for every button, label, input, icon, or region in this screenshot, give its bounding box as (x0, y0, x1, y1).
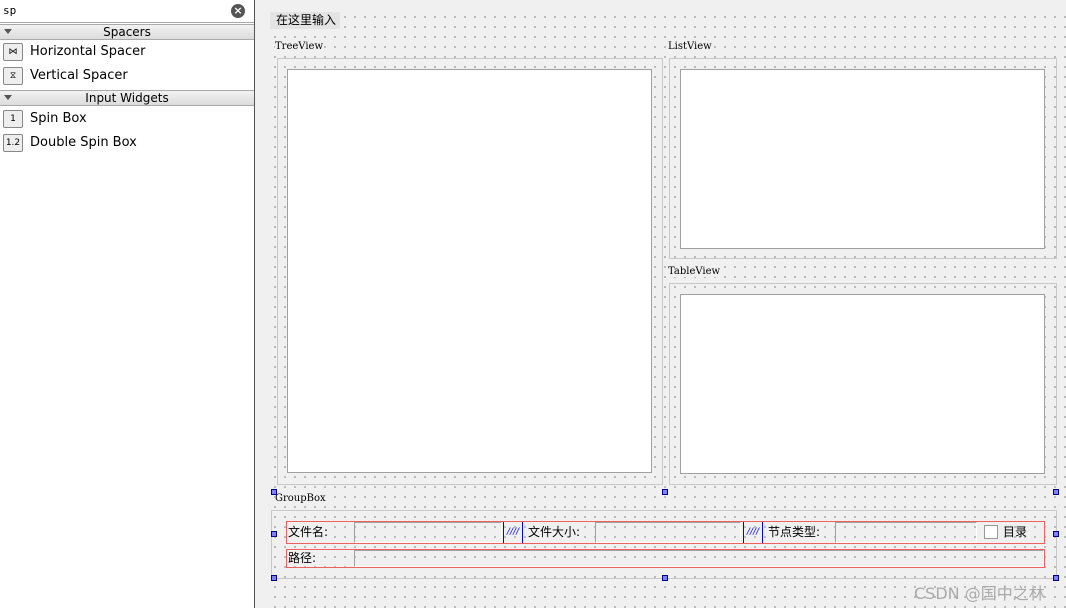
resize-handle[interactable] (271, 531, 277, 537)
resize-handle[interactable] (271, 489, 277, 495)
collapse-arrow-icon[interactable] (4, 95, 12, 100)
node-type-label: 节点类型: (768, 524, 821, 540)
resize-handle[interactable] (1053, 575, 1059, 581)
horizontal-spacer[interactable]: //// (743, 522, 763, 543)
directory-checkbox[interactable] (984, 525, 998, 539)
watermark: CSDN @国中之林 (914, 584, 1045, 603)
widget-double-spin-box[interactable]: 1.2 Double Spin Box (0, 131, 254, 155)
resize-handle[interactable] (1053, 531, 1059, 537)
category-input-widgets[interactable]: Input Widgets (0, 90, 254, 106)
horizontal-spacer-icon: ⋈ (3, 43, 23, 61)
widget-filter-input[interactable]: sp (0, 0, 254, 23)
list-view[interactable] (680, 69, 1045, 249)
listview-label: ListView (668, 41, 712, 52)
widget-spin-box[interactable]: 1 Spin Box (0, 107, 254, 131)
top-line-edit[interactable]: 在这里输入 (270, 12, 340, 29)
collapse-arrow-icon[interactable] (4, 29, 12, 34)
node-type-input[interactable] (835, 522, 977, 543)
double-spin-box-icon: 1.2 (3, 134, 23, 152)
resize-handle[interactable] (271, 575, 277, 581)
file-name-input[interactable] (354, 522, 502, 543)
spin-box-icon: 1 (3, 110, 23, 128)
resize-handle[interactable] (662, 575, 668, 581)
category-spacers[interactable]: Spacers (0, 24, 254, 40)
resize-handle[interactable] (662, 489, 668, 495)
widget-box-panel: sp × Spacers ⋈ Horizontal Spacer ⧖ Vertica… (0, 0, 255, 608)
widget-horizontal-spacer[interactable]: ⋈ Horizontal Spacer (0, 40, 254, 64)
treeview-label: TreeView (275, 41, 324, 52)
clear-search-icon[interactable]: × (231, 4, 245, 18)
table-view[interactable] (680, 294, 1045, 474)
groupbox-label: GroupBox (275, 493, 326, 504)
tree-view[interactable] (287, 69, 652, 473)
resize-handle[interactable] (1053, 489, 1059, 495)
path-label: 路径: (288, 550, 317, 566)
path-input[interactable] (354, 550, 1044, 567)
widget-vertical-spacer[interactable]: ⧖ Vertical Spacer (0, 64, 254, 88)
file-size-label: 文件大小: (528, 524, 581, 540)
vertical-spacer-icon: ⧖ (3, 67, 23, 85)
file-size-input[interactable] (595, 522, 741, 543)
horizontal-spacer[interactable]: //// (503, 522, 523, 543)
directory-checkbox-label: 目录 (1003, 525, 1028, 539)
tableview-label: TableView (668, 266, 721, 277)
file-name-label: 文件名: (288, 524, 329, 540)
